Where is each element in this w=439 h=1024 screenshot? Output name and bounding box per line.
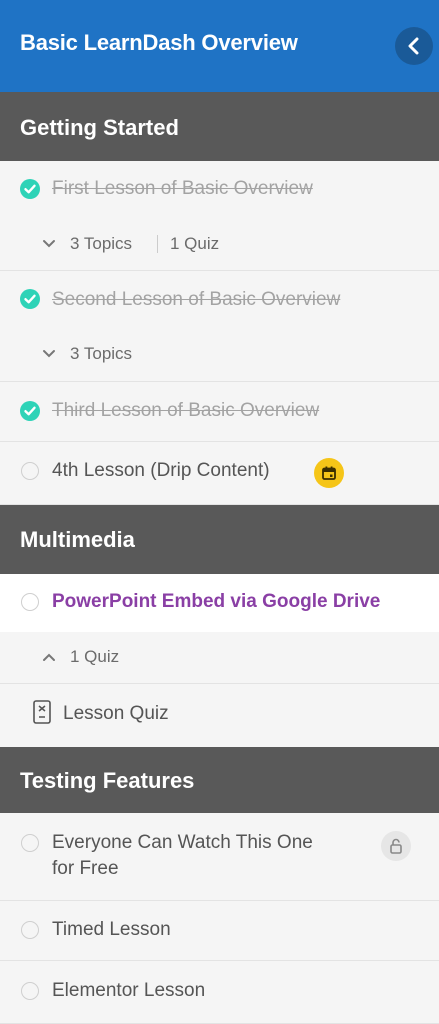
check-complete-icon	[20, 179, 40, 199]
status-incomplete-icon	[21, 834, 39, 852]
lesson-title-line-2[interactable]: for Free	[52, 856, 119, 882]
lesson-title[interactable]: Second Lesson of Basic Overview	[52, 287, 340, 313]
section-title: Multimedia	[20, 527, 135, 552]
topics-count[interactable]: 3 Topics	[70, 234, 132, 254]
chevron-down-icon[interactable]	[42, 239, 56, 249]
lesson-item[interactable]: Third Lesson of Basic Overview	[0, 382, 439, 442]
check-complete-icon	[20, 289, 40, 309]
status-incomplete-icon	[21, 462, 39, 480]
lesson-item[interactable]: First Lesson of Basic Overview 3 Topics …	[0, 161, 439, 271]
lesson-item[interactable]: 4th Lesson (Drip Content)	[0, 442, 439, 505]
quiz-item[interactable]: Lesson Quiz	[0, 684, 439, 747]
drip-content-badge	[314, 458, 344, 488]
chevron-down-icon[interactable]	[42, 349, 56, 359]
lesson-item[interactable]: Everyone Can Watch This One for Free	[0, 813, 439, 901]
section-title: Testing Features	[20, 768, 195, 793]
quiz-count[interactable]: 1 Quiz	[170, 234, 219, 254]
section-heading: Testing Features	[0, 747, 439, 813]
lesson-expand-row[interactable]: 1 Quiz	[0, 632, 439, 684]
section-heading: Multimedia	[0, 505, 439, 574]
lesson-title[interactable]: First Lesson of Basic Overview	[52, 176, 313, 202]
lesson-title[interactable]: Elementor Lesson	[52, 978, 205, 1004]
status-incomplete-icon	[21, 921, 39, 939]
status-incomplete-icon	[21, 593, 39, 611]
lesson-item[interactable]: Timed Lesson	[0, 901, 439, 961]
lesson-title[interactable]: Timed Lesson	[52, 917, 171, 943]
course-navigation-header: Basic LearnDash Overview	[0, 0, 439, 92]
check-complete-icon	[20, 401, 40, 421]
calendar-icon	[322, 466, 336, 480]
lesson-item-current[interactable]: PowerPoint Embed via Google Drive	[0, 574, 439, 632]
lesson-item[interactable]: Elementor Lesson	[0, 961, 439, 1024]
quiz-count[interactable]: 1 Quiz	[70, 647, 119, 667]
lesson-item[interactable]: Second Lesson of Basic Overview 3 Topics	[0, 271, 439, 382]
collapse-sidebar-button[interactable]	[395, 27, 433, 65]
lesson-title[interactable]: Third Lesson of Basic Overview	[52, 398, 319, 424]
lesson-title[interactable]: PowerPoint Embed via Google Drive	[52, 589, 380, 615]
course-title: Basic LearnDash Overview	[20, 30, 298, 55]
quiz-icon	[33, 700, 51, 724]
lesson-title-line-1[interactable]: Everyone Can Watch This One	[52, 830, 313, 856]
free-lesson-badge	[381, 831, 411, 861]
quiz-title[interactable]: Lesson Quiz	[63, 701, 169, 727]
section-title: Getting Started	[20, 115, 179, 140]
chevron-up-icon[interactable]	[42, 652, 56, 662]
chevron-left-icon	[408, 37, 419, 55]
section-heading: Getting Started	[0, 92, 439, 161]
divider	[157, 235, 158, 253]
lesson-title[interactable]: 4th Lesson (Drip Content)	[52, 458, 270, 484]
topics-count[interactable]: 3 Topics	[70, 344, 132, 364]
unlock-icon	[390, 838, 402, 854]
status-incomplete-icon	[21, 982, 39, 1000]
